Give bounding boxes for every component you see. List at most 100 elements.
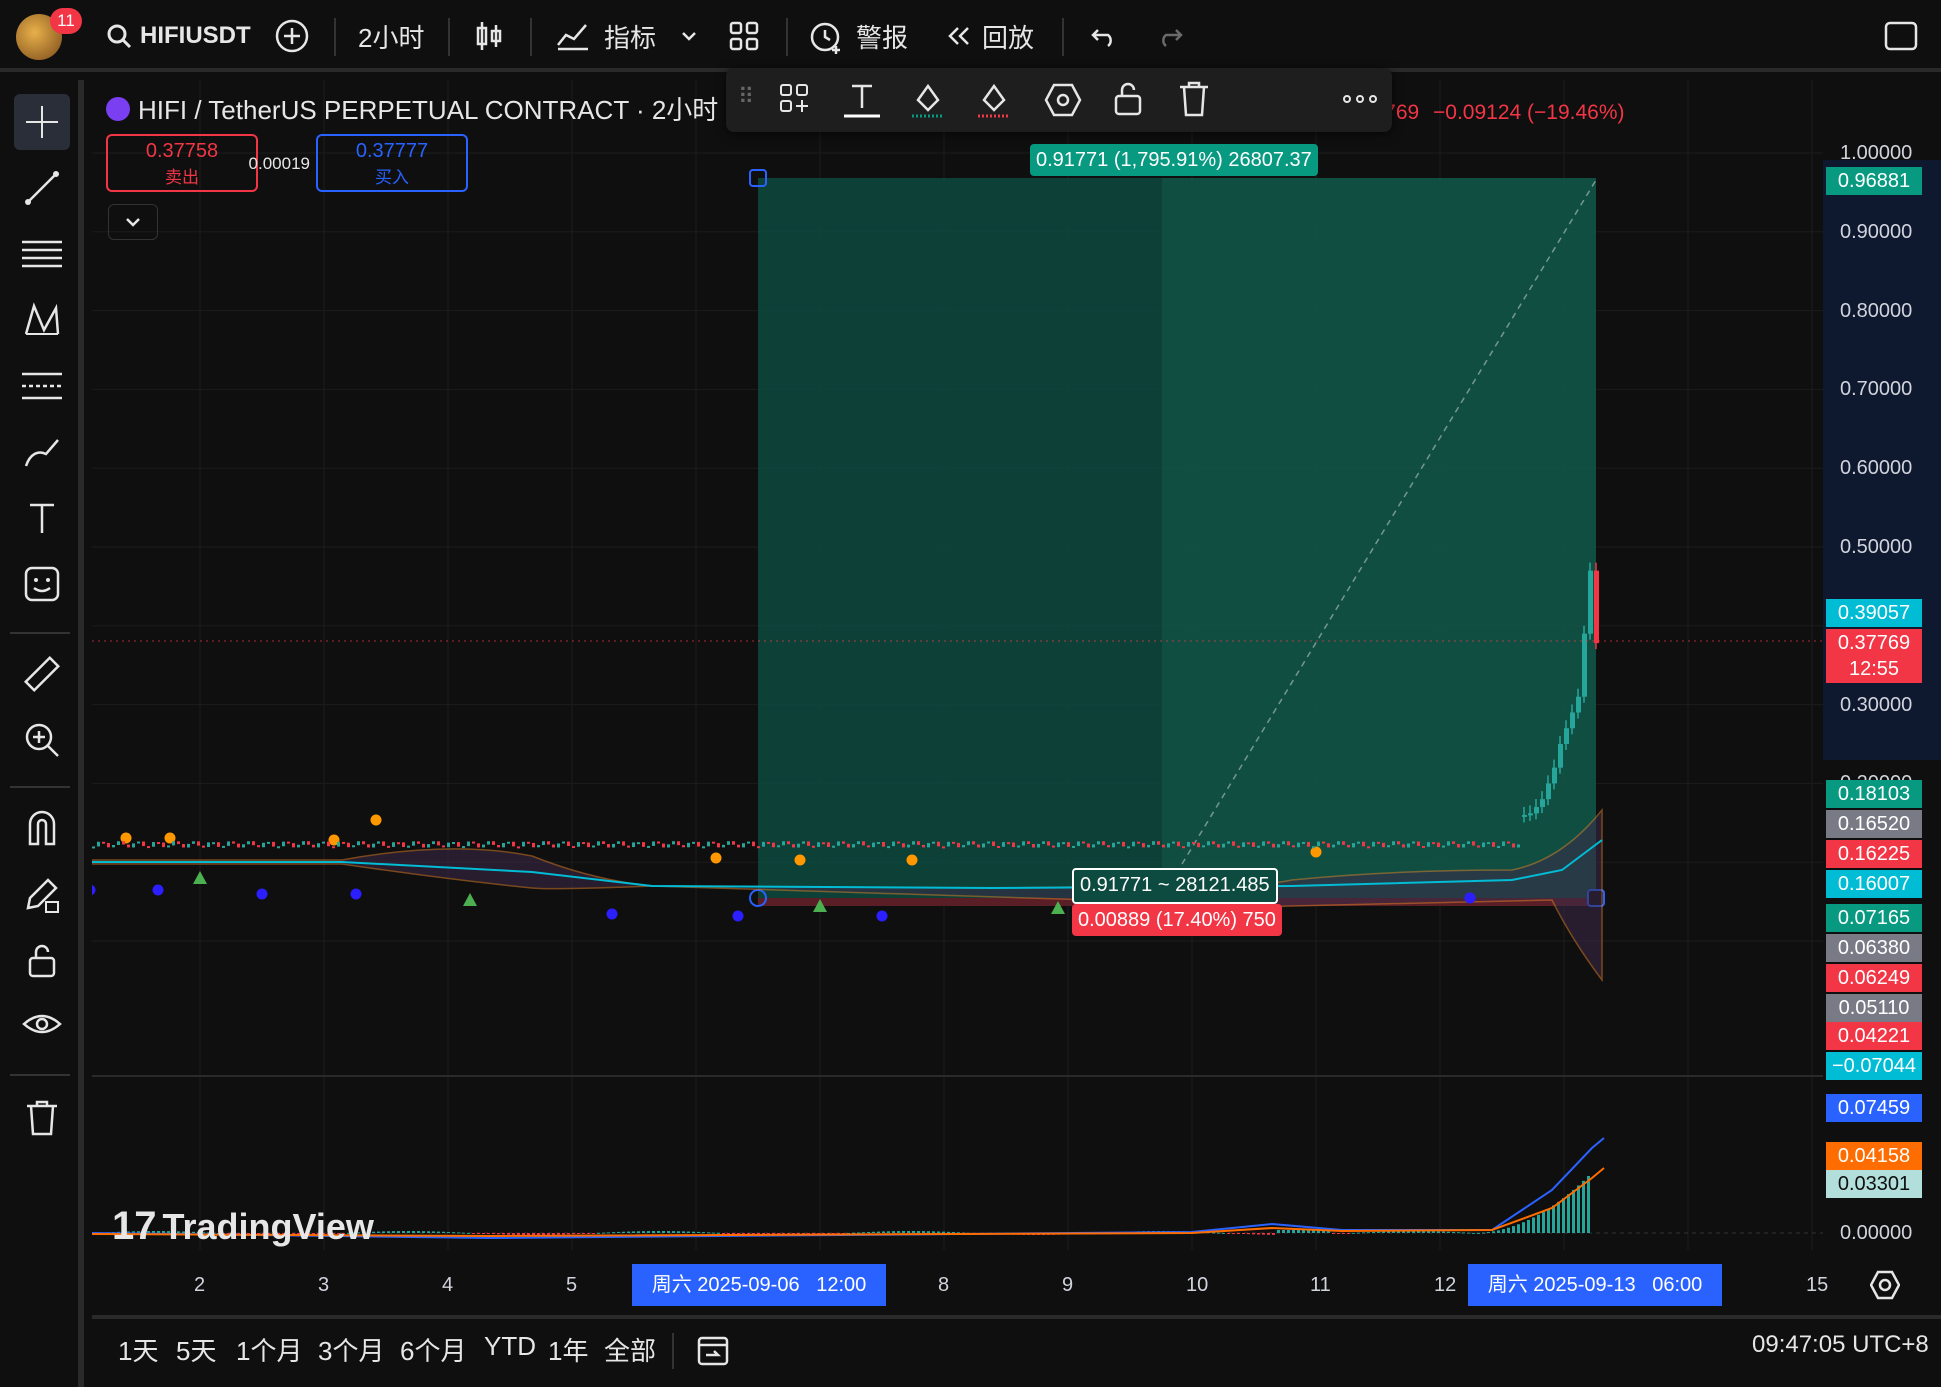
- candle: [1257, 845, 1260, 848]
- candle: [407, 845, 410, 848]
- macd-histogram-bar: [512, 1233, 515, 1235]
- macd-histogram-bar: [1532, 1217, 1535, 1233]
- compare-button[interactable]: [274, 14, 310, 58]
- range-button[interactable]: YTD: [484, 1331, 536, 1362]
- fill-color-icon[interactable]: [910, 80, 946, 120]
- measure-tool[interactable]: [14, 646, 70, 702]
- candle: [297, 844, 300, 848]
- unlock-icon[interactable]: [1112, 80, 1144, 118]
- drag-handle[interactable]: ⠿: [738, 84, 754, 110]
- candle: [1372, 841, 1375, 847]
- candle: [502, 842, 505, 848]
- chart-type-button[interactable]: [474, 14, 504, 58]
- symbol-search[interactable]: HIFIUSDT: [106, 14, 251, 58]
- alerts-button[interactable]: 警报: [808, 14, 908, 58]
- grid-icon: [729, 21, 759, 51]
- pattern-tool[interactable]: [14, 292, 70, 348]
- buy-button[interactable]: 0.37777 买入: [316, 134, 468, 192]
- candle: [1107, 845, 1110, 848]
- candle: [1267, 841, 1270, 844]
- interval-button[interactable]: 2小时: [358, 14, 424, 58]
- settings-icon[interactable]: [1044, 82, 1082, 118]
- chevron-down-icon: [682, 32, 696, 41]
- fib-tool[interactable]: [14, 226, 70, 282]
- candle: [947, 841, 950, 847]
- undo-button[interactable]: [1090, 14, 1118, 58]
- macd-histogram-bar: [467, 1232, 470, 1234]
- macd-histogram-bar: [1257, 1233, 1260, 1235]
- brush-tool[interactable]: [14, 424, 70, 480]
- candle: [702, 846, 705, 849]
- candle: [437, 841, 440, 846]
- range-button[interactable]: 6个月: [400, 1331, 466, 1368]
- candle: [587, 842, 590, 848]
- range-button[interactable]: 1天: [118, 1331, 158, 1368]
- emoji-tool[interactable]: [14, 556, 70, 612]
- goto-date-button[interactable]: [696, 1333, 730, 1372]
- macd-histogram-bar: [952, 1232, 955, 1234]
- replay-button[interactable]: 回放: [944, 14, 1034, 58]
- indicators-button[interactable]: 指标: [556, 14, 656, 58]
- more-icon[interactable]: [1342, 94, 1378, 104]
- candle: [1327, 843, 1330, 848]
- macd-histogram-bar: [1342, 1233, 1345, 1234]
- candle: [397, 842, 400, 845]
- candle: [512, 841, 515, 847]
- candle: [632, 842, 635, 848]
- candle: [227, 841, 230, 846]
- remove-drawings-tool[interactable]: [14, 1090, 70, 1146]
- crosshair-tool[interactable]: [14, 94, 70, 150]
- signal-dot: [906, 854, 918, 866]
- macd-histogram-bar: [692, 1231, 695, 1233]
- lock-drawing-tool[interactable]: [14, 866, 70, 922]
- macd-histogram-bar: [1377, 1231, 1380, 1233]
- price-label: 0.16520: [1826, 810, 1922, 838]
- legend-collapse-button[interactable]: [108, 204, 158, 240]
- candle: [707, 841, 710, 847]
- candle: [422, 843, 425, 848]
- candle: [522, 841, 525, 847]
- trash-icon[interactable]: [1178, 80, 1210, 118]
- candle: [1082, 841, 1085, 844]
- price-tick: 0.60000: [1840, 457, 1913, 480]
- lock-all-tool[interactable]: [14, 932, 70, 988]
- text-tool[interactable]: [14, 490, 70, 546]
- forecast-tool[interactable]: [14, 358, 70, 414]
- candle: [112, 845, 115, 848]
- template-icon[interactable]: [778, 82, 814, 116]
- range-button[interactable]: 3个月: [318, 1331, 384, 1368]
- price-label: 0.06380: [1826, 934, 1922, 962]
- trendline-tool[interactable]: [14, 160, 70, 216]
- magnet-icon: [28, 810, 56, 846]
- stop-fill-color-icon[interactable]: [976, 80, 1012, 120]
- hide-drawings-tool[interactable]: [14, 998, 70, 1054]
- indicators-dropdown[interactable]: [680, 14, 698, 58]
- candle: [1212, 841, 1215, 845]
- macd-histogram-bar: [1487, 1232, 1490, 1234]
- layout-button[interactable]: [728, 14, 760, 58]
- clock[interactable]: 09:47:05 UTC+8: [1752, 1331, 1929, 1359]
- chart-area[interactable]: HIFI / TetherUS PERPETUAL CONTRACT · 2小时…: [92, 68, 1941, 1308]
- range-button[interactable]: 5天: [176, 1331, 216, 1368]
- range-button[interactable]: 1年: [548, 1331, 588, 1368]
- zoom-tool[interactable]: [14, 712, 70, 768]
- range-button[interactable]: 1个月: [236, 1331, 302, 1368]
- candle: [1242, 842, 1245, 847]
- range-button[interactable]: 全部: [604, 1331, 656, 1368]
- macd-histogram-bar: [1537, 1214, 1540, 1233]
- chart-canvas[interactable]: [92, 80, 1941, 1308]
- sell-button[interactable]: 0.37758 卖出: [106, 134, 258, 192]
- macd-histogram-bar: [947, 1231, 950, 1233]
- fullscreen-button[interactable]: [1884, 14, 1918, 58]
- text-color-icon[interactable]: [842, 80, 882, 120]
- chart-settings-button[interactable]: [1869, 1270, 1901, 1305]
- projection-icon: [22, 372, 62, 400]
- candle: [387, 845, 390, 848]
- redo-button[interactable]: [1156, 14, 1184, 58]
- signal-dot: [350, 888, 362, 900]
- candle: [1262, 841, 1265, 846]
- candle: [1222, 843, 1225, 848]
- magnet-tool[interactable]: [14, 800, 70, 856]
- symbol-legend[interactable]: HIFI / TetherUS PERPETUAL CONTRACT · 2小时: [106, 90, 718, 127]
- macd-histogram-bar: [1297, 1230, 1300, 1233]
